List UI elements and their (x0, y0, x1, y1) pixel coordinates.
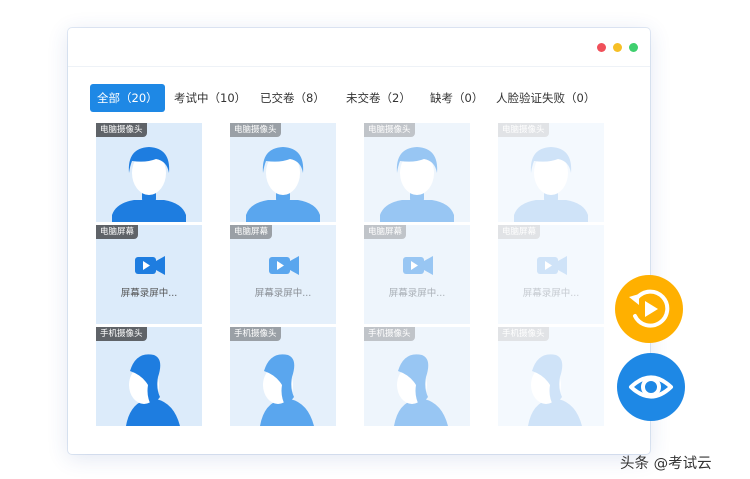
source-badge: 手机摄像头 (364, 327, 415, 341)
source-badge: 手机摄像头 (96, 327, 147, 341)
video-camera-icon (537, 256, 567, 275)
monitor-tile-screen[interactable]: 电脑屏幕屏幕录屏中... (230, 225, 336, 324)
side-avatar-icon (126, 354, 180, 426)
watermark-text: 头条 @考试云 (620, 456, 712, 472)
source-badge: 电脑摄像头 (364, 123, 415, 137)
source-badge: 电脑摄像头 (96, 123, 147, 137)
monitor-tile-pc-camera[interactable]: 电脑摄像头 (230, 123, 336, 222)
side-avatar-icon (394, 354, 448, 426)
recording-status: 屏幕录屏中... (254, 288, 312, 299)
video-camera-icon (403, 256, 433, 275)
monitor-tile-phone-camera[interactable]: 手机摄像头 (364, 327, 470, 426)
monitor-tile-pc-camera[interactable]: 电脑摄像头 (364, 123, 470, 222)
video-camera-icon (135, 256, 165, 275)
source-badge: 电脑屏幕 (498, 225, 541, 239)
maximize-dot[interactable] (629, 43, 638, 52)
front-avatar-icon (380, 147, 454, 222)
monitor-tile-phone-camera[interactable]: 手机摄像头 (96, 327, 202, 426)
monitor-tile-phone-camera[interactable]: 手机摄像头 (230, 327, 336, 426)
eye-icon (617, 353, 685, 421)
replay-button[interactable] (615, 275, 683, 343)
front-avatar-icon (514, 147, 588, 222)
monitor-tile-phone-camera[interactable]: 手机摄像头 (498, 327, 604, 426)
tab-submitted[interactable]: 已交卷（8） (260, 84, 325, 112)
close-dot[interactable] (597, 43, 606, 52)
monitor-tile-screen[interactable]: 电脑屏幕屏幕录屏中... (96, 225, 202, 324)
tab-not-submitted[interactable]: 未交卷（2） (346, 84, 411, 112)
source-badge: 电脑屏幕 (364, 225, 407, 239)
tab-in-exam[interactable]: 考试中（10） (174, 84, 246, 112)
source-badge: 电脑摄像头 (498, 123, 549, 137)
video-camera-icon (269, 256, 299, 275)
title-bar (68, 28, 650, 67)
minimize-dot[interactable] (613, 43, 622, 52)
recording-status: 屏幕录屏中... (388, 288, 446, 299)
source-badge: 电脑摄像头 (230, 123, 281, 137)
monitor-tile-screen[interactable]: 电脑屏幕屏幕录屏中... (364, 225, 470, 324)
source-badge: 手机摄像头 (230, 327, 281, 341)
tab-absent[interactable]: 缺考（0） (430, 84, 483, 112)
replay-icon (615, 275, 683, 343)
recording-status: 屏幕录屏中... (120, 288, 178, 299)
source-badge: 手机摄像头 (498, 327, 549, 341)
exam-monitor-window: 全部（20） 考试中（10） 已交卷（8） 未交卷（2） 缺考（0） 人脸验证失… (68, 28, 650, 454)
window-controls (597, 43, 638, 52)
monitor-tile-pc-camera[interactable]: 电脑摄像头 (96, 123, 202, 222)
recording-status: 屏幕录屏中... (522, 288, 580, 299)
source-badge: 电脑屏幕 (230, 225, 273, 239)
tab-all[interactable]: 全部（20） (90, 84, 165, 112)
tab-face-verify-failed[interactable]: 人脸验证失败（0） (496, 84, 595, 112)
front-avatar-icon (112, 147, 186, 222)
side-avatar-icon (528, 354, 582, 426)
view-monitor-button[interactable] (617, 353, 685, 421)
monitor-tile-pc-camera[interactable]: 电脑摄像头 (498, 123, 604, 222)
source-badge: 电脑屏幕 (96, 225, 139, 239)
monitor-tile-screen[interactable]: 电脑屏幕屏幕录屏中... (498, 225, 604, 324)
front-avatar-icon (246, 147, 320, 222)
side-avatar-icon (260, 354, 314, 426)
